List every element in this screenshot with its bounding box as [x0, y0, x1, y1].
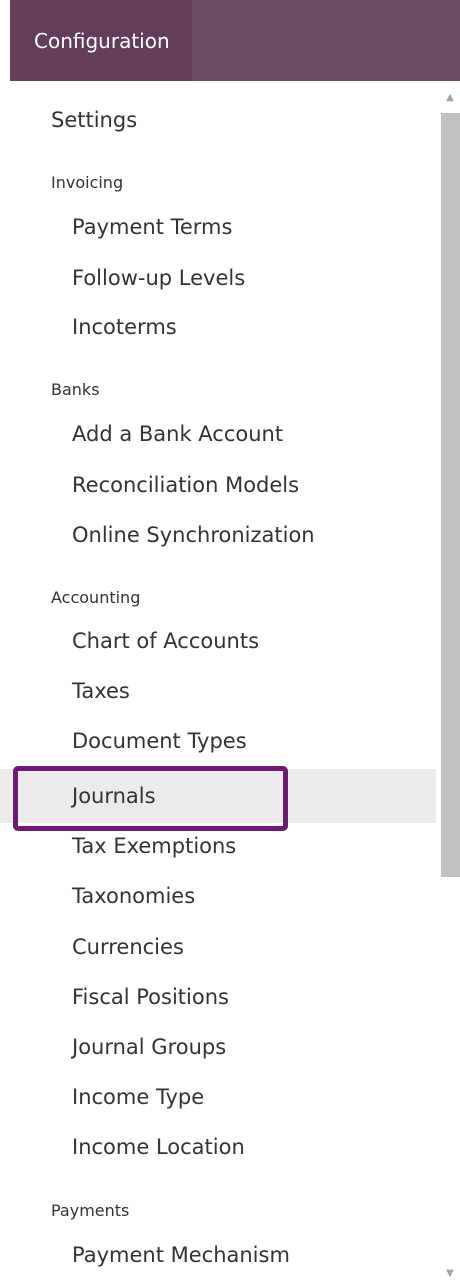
menu-item-document-types[interactable]: Document Types: [0, 718, 436, 764]
menu-item-tax-exemptions[interactable]: Tax Exemptions: [0, 823, 436, 869]
menu-item-currencies[interactable]: Currencies: [0, 924, 436, 970]
menu-item-payment-terms[interactable]: Payment Terms: [0, 204, 436, 250]
scroll-up-arrow-icon[interactable]: ▲: [442, 90, 458, 106]
section-header-payments: Payments: [51, 1201, 130, 1220]
menu-item-payment-mechanism[interactable]: Payment Mechanism: [0, 1232, 436, 1278]
configuration-title[interactable]: Configuration: [34, 26, 170, 56]
menu-item-add-bank-account[interactable]: Add a Bank Account: [0, 411, 436, 457]
menu-item-journals[interactable]: Journals: [0, 769, 436, 823]
section-header-accounting: Accounting: [51, 588, 141, 607]
menu-item-income-location[interactable]: Income Location: [0, 1124, 436, 1170]
menu-item-fiscal-positions[interactable]: Fiscal Positions: [0, 974, 436, 1020]
menu-item-journal-groups[interactable]: Journal Groups: [0, 1024, 436, 1070]
menu-item-incoterms[interactable]: Incoterms: [0, 304, 436, 350]
scrollbar-thumb[interactable]: [441, 113, 460, 877]
menu-item-chart-of-accounts[interactable]: Chart of Accounts: [0, 618, 436, 664]
menu-item-settings[interactable]: Settings: [0, 97, 436, 143]
menu-item-income-type[interactable]: Income Type: [0, 1074, 436, 1120]
menu-item-taxes[interactable]: Taxes: [0, 668, 436, 714]
section-header-invoicing: Invoicing: [51, 173, 124, 192]
menu-item-online-synchronization[interactable]: Online Synchronization: [0, 512, 436, 558]
section-header-banks: Banks: [51, 380, 100, 399]
menu-item-taxonomies[interactable]: Taxonomies: [0, 873, 436, 919]
scroll-down-arrow-icon[interactable]: ▼: [442, 1266, 458, 1282]
menu-item-reconciliation-models[interactable]: Reconciliation Models: [0, 462, 436, 508]
menu-item-follow-up-levels[interactable]: Follow-up Levels: [0, 255, 436, 301]
